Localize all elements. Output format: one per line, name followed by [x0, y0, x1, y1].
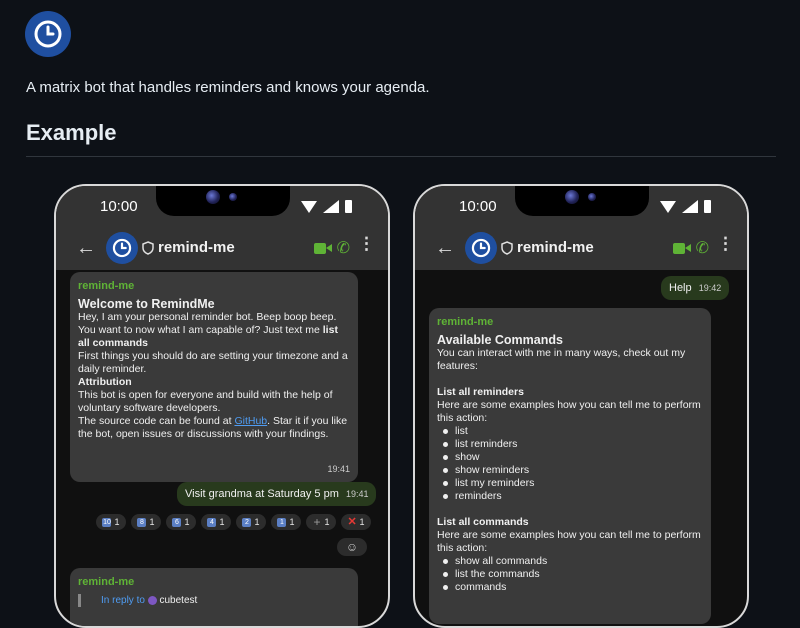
add-reaction-icon[interactable]: ☺: [337, 538, 367, 556]
camera-notch: [515, 186, 649, 216]
room-avatar[interactable]: [106, 232, 138, 264]
message-text: First things you should do are setting y…: [78, 350, 348, 375]
camera-icon: [206, 190, 220, 204]
reaction-chip[interactable]: 41: [201, 514, 231, 530]
phone-screenshot-left: 10:00 ← remind-me ✆ ⋮ remind-me Welcome …: [54, 184, 390, 628]
welcome-message[interactable]: remind-me Welcome to RemindMe Hey, I am …: [70, 272, 358, 482]
commands-message[interactable]: remind-me Available Commands You can int…: [429, 308, 711, 624]
emoji-icon: 10: [102, 517, 112, 527]
status-bar: 10:00: [415, 186, 747, 228]
list-item: list reminders: [437, 438, 703, 451]
list-item: show all commands: [437, 555, 703, 568]
reply-message[interactable]: remind-me In reply to cubetest: [70, 568, 358, 626]
message-text: You can interact with me in many ways, c…: [437, 347, 686, 372]
room-name[interactable]: remind-me: [517, 239, 594, 256]
more-options-icon[interactable]: ⋮: [358, 235, 375, 252]
battery-icon: [345, 200, 352, 213]
clock-icon: [34, 20, 62, 48]
message-title: Available Commands: [437, 333, 563, 347]
voice-call-icon[interactable]: ✆: [696, 238, 709, 258]
status-icons: [660, 200, 711, 213]
message-text: Visit grandma at Saturday 5 pm: [185, 488, 339, 500]
shield-icon: [501, 241, 513, 255]
reaction-chip[interactable]: 10 1: [96, 514, 126, 530]
reaction-chip[interactable]: 81: [131, 514, 161, 530]
outgoing-message[interactable]: Visit grandma at Saturday 5 pm 19:41: [177, 482, 377, 506]
list-item: reminders: [437, 490, 703, 503]
emoji-icon: 6: [172, 517, 182, 527]
message-text: Help: [669, 282, 692, 294]
message-timestamp: 19:42: [698, 283, 722, 293]
message-text: Here are some examples how you can tell …: [437, 399, 701, 424]
sensor-icon: [229, 193, 237, 201]
section-title: List all reminders: [437, 386, 524, 398]
message-text: Hey, I am your personal reminder bot. Be…: [78, 311, 337, 323]
section-title: List all commands: [437, 516, 529, 528]
user-avatar: [147, 595, 157, 605]
more-options-icon[interactable]: ⋮: [717, 235, 734, 252]
plus-emoji-icon: +: [313, 514, 321, 529]
status-bar: 10:00: [56, 186, 388, 228]
clock-icon: [112, 238, 132, 258]
app-logo: [25, 11, 71, 57]
emoji-icon: 2: [242, 517, 252, 527]
message-sender[interactable]: remind-me: [78, 576, 350, 589]
emoji-icon: 1: [277, 517, 287, 527]
status-icons: [301, 200, 352, 213]
emoji-icon: 8: [137, 517, 147, 527]
camera-icon: [565, 190, 579, 204]
message-subtitle: Attribution: [78, 376, 132, 388]
room-name[interactable]: remind-me: [158, 239, 235, 256]
room-avatar[interactable]: [465, 232, 497, 264]
list-item: list the commands: [437, 568, 703, 581]
video-call-icon[interactable]: [673, 243, 691, 254]
list-item: show reminders: [437, 464, 703, 477]
status-time: 10:00: [100, 198, 138, 215]
shield-icon: [142, 241, 154, 255]
camera-notch: [156, 186, 290, 216]
list-item: list: [437, 425, 703, 438]
message-text: Here are some examples how you can tell …: [437, 529, 701, 554]
video-call-icon[interactable]: [314, 243, 332, 254]
list-item: show: [437, 451, 703, 464]
reaction-chip[interactable]: +1: [306, 514, 336, 530]
section-heading: Example: [26, 120, 117, 145]
message-text: You want to now what I am capable of? Ju…: [78, 324, 338, 349]
sensor-icon: [588, 193, 596, 201]
message-timestamp: 19:41: [327, 464, 350, 474]
github-link[interactable]: GitHub: [234, 415, 267, 427]
signal-icon: [682, 200, 698, 213]
signal-icon: [323, 200, 339, 213]
room-toolbar: ← remind-me ✆ ⋮: [415, 228, 747, 270]
battery-icon: [704, 200, 711, 213]
list-item: list my reminders: [437, 477, 703, 490]
reply-quote[interactable]: In reply to cubetest: [78, 594, 350, 607]
message-timestamp: 19:41: [345, 489, 369, 499]
message-sender[interactable]: remind-me: [78, 280, 350, 293]
clock-icon: [471, 238, 491, 258]
room-toolbar: ← remind-me ✆ ⋮: [56, 228, 388, 270]
message-text: The source code can be found at GitHub. …: [78, 415, 348, 440]
message-title: Welcome to RemindMe: [78, 297, 215, 311]
message-text: This bot is open for everyone and build …: [78, 389, 333, 414]
list-item: commands: [437, 581, 703, 594]
back-arrow-icon[interactable]: ←: [76, 238, 96, 258]
emoji-icon: 4: [207, 517, 217, 527]
voice-call-icon[interactable]: ✆: [337, 238, 350, 258]
cross-emoji-icon: ✕: [347, 515, 357, 528]
reaction-chip[interactable]: ✕ 1: [341, 514, 371, 530]
wifi-icon: [301, 201, 317, 213]
wifi-icon: [660, 201, 676, 213]
back-arrow-icon[interactable]: ←: [435, 238, 455, 258]
message-sender[interactable]: remind-me: [437, 316, 703, 329]
outgoing-message[interactable]: Help 19:42: [661, 276, 730, 300]
reaction-chip[interactable]: 11: [271, 514, 301, 530]
heading-divider: [26, 156, 776, 157]
reaction-chip[interactable]: 21: [236, 514, 266, 530]
reply-user: cubetest: [159, 595, 198, 606]
reaction-chip[interactable]: 61: [166, 514, 196, 530]
status-time: 10:00: [459, 198, 497, 215]
phone-screenshot-right: 10:00 ← remind-me ✆ ⋮ Help 19:42 remind-…: [413, 184, 749, 628]
project-tagline: A matrix bot that handles reminders and …: [26, 79, 430, 96]
